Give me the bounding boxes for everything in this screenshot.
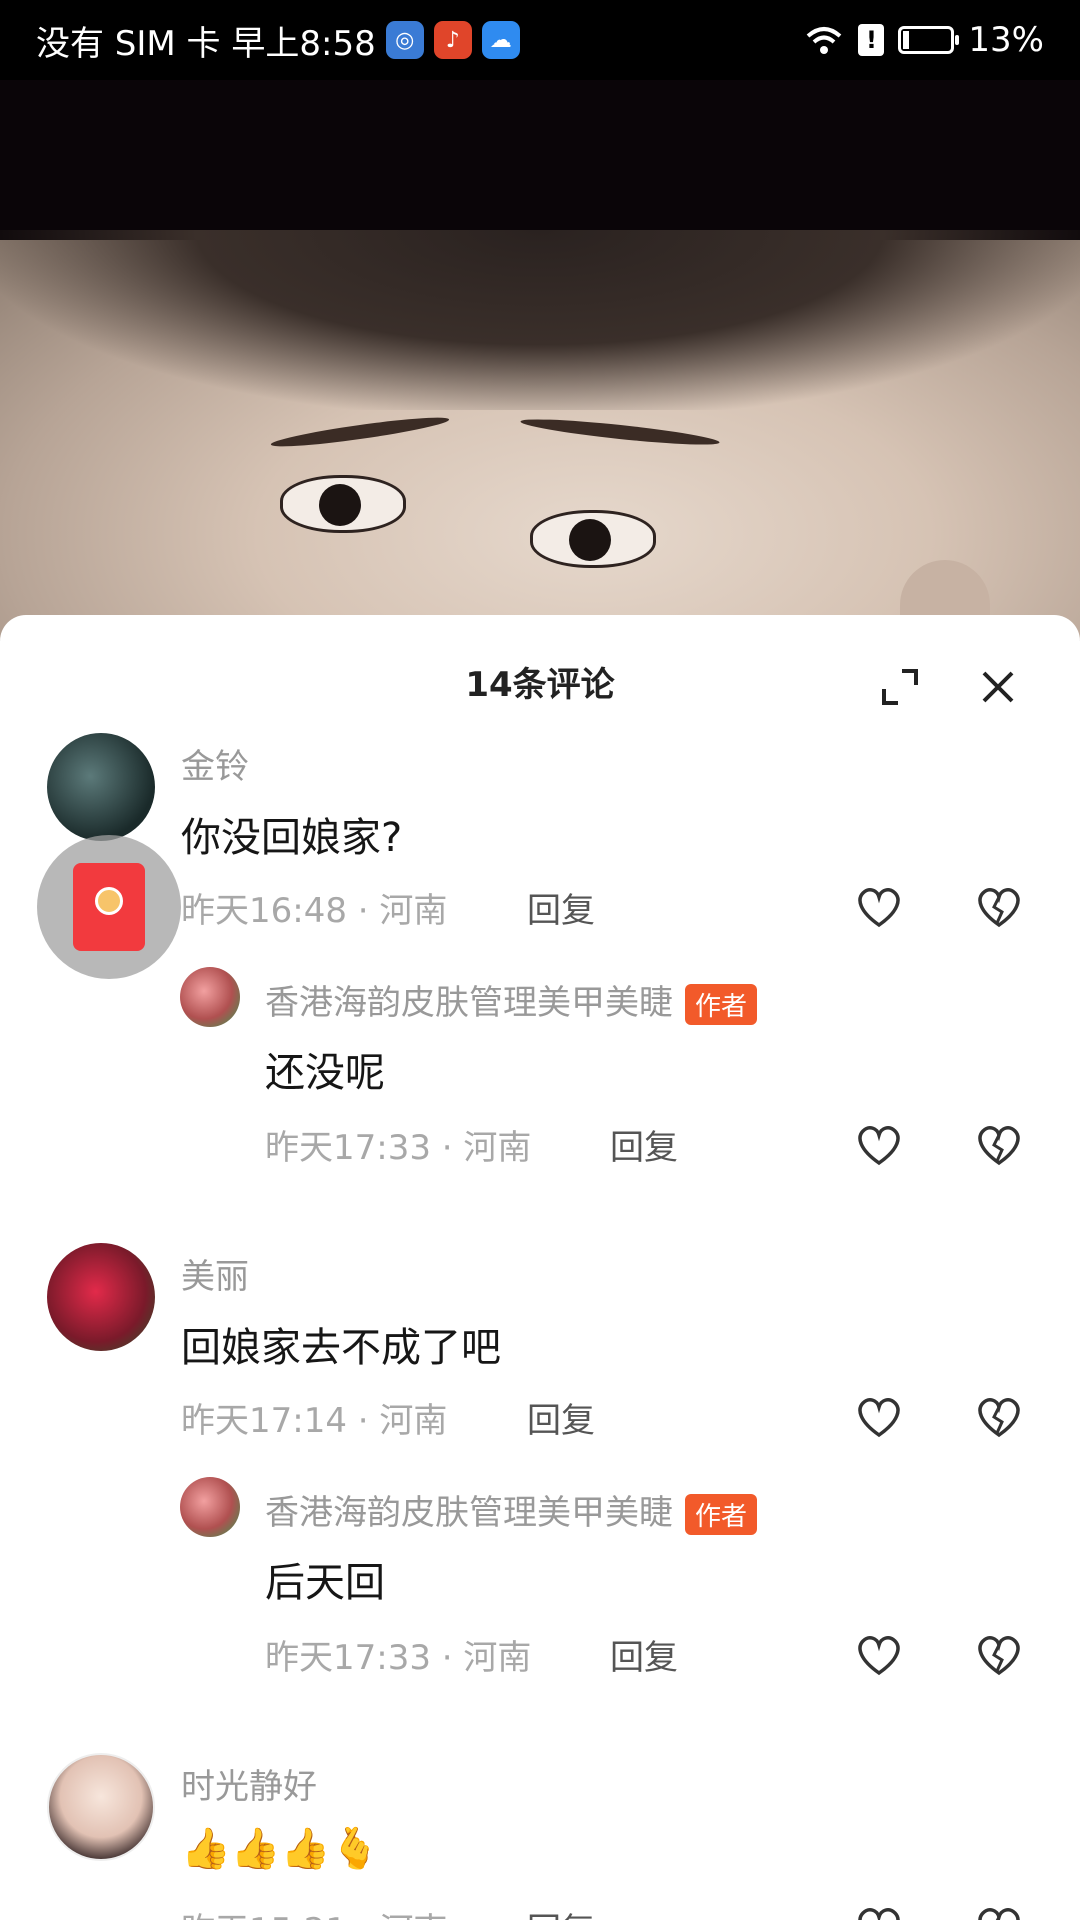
expand-icon[interactable] xyxy=(880,667,920,707)
author-badge: 作者 xyxy=(685,1494,758,1535)
like-icon[interactable] xyxy=(855,1123,903,1167)
reply-button[interactable]: 回复 xyxy=(527,1393,595,1442)
like-icon[interactable] xyxy=(855,1633,903,1677)
reply-username-text[interactable]: 香港海韵皮肤管理美甲美睫 xyxy=(265,983,673,1023)
weather-icon: ☁ xyxy=(481,21,520,59)
comment-text: 回娘家去不成了吧 xyxy=(181,1325,501,1371)
tiktok-icon: ♪ xyxy=(433,21,472,59)
comment-username[interactable]: 美丽 xyxy=(181,1249,249,1298)
reply-username[interactable]: 香港海韵皮肤管理美甲美睫 作者 xyxy=(265,975,758,1025)
dislike-icon[interactable] xyxy=(975,1905,1023,1920)
reply-button[interactable]: 回复 xyxy=(610,1120,678,1169)
dislike-icon[interactable] xyxy=(975,1633,1023,1677)
battery-charging-icon xyxy=(898,26,960,54)
dislike-icon[interactable] xyxy=(975,885,1023,929)
dislike-icon[interactable] xyxy=(975,1123,1023,1167)
right-eye xyxy=(530,510,656,568)
avatar[interactable] xyxy=(180,967,240,1027)
reply-button[interactable]: 回复 xyxy=(527,1903,595,1920)
avatar[interactable] xyxy=(180,1477,240,1537)
battery-percent: 13% xyxy=(968,20,1044,60)
reply-button[interactable]: 回复 xyxy=(610,1630,678,1679)
reply-username[interactable]: 香港海韵皮肤管理美甲美睫 作者 xyxy=(265,1485,758,1535)
red-packet-button[interactable] xyxy=(37,835,181,979)
like-icon[interactable] xyxy=(855,1905,903,1920)
browser-icon: ◎ xyxy=(385,21,424,59)
status-bar: 没有 SIM 卡 早上8:58 ◎ ♪ ☁ ! 13% xyxy=(0,0,1080,80)
comment-meta: 昨天16:48 · 河南 xyxy=(181,891,448,931)
reply-meta: 昨天17:33 · 河南 xyxy=(265,1128,532,1168)
comment-meta: 昨天15:21 · 河南 xyxy=(181,1903,447,1920)
comment-username[interactable]: 时光静好 xyxy=(181,1759,317,1808)
left-eye xyxy=(280,475,406,533)
video-player[interactable] xyxy=(0,80,1080,640)
like-icon[interactable] xyxy=(855,885,903,929)
reply-username-text[interactable]: 香港海韵皮肤管理美甲美睫 xyxy=(265,1493,673,1533)
alert-icon: ! xyxy=(858,24,885,56)
hair-shape xyxy=(0,230,1080,410)
reply-text: 后天回 xyxy=(265,1560,385,1606)
close-icon[interactable] xyxy=(978,667,1018,707)
reply-meta: 昨天17:33 · 河南 xyxy=(265,1638,532,1678)
avatar[interactable] xyxy=(47,1243,155,1351)
comment-meta: 昨天17:14 · 河南 xyxy=(181,1401,448,1441)
reply-text: 还没呢 xyxy=(265,1050,385,1096)
wifi-icon xyxy=(807,27,842,54)
like-icon[interactable] xyxy=(855,1395,903,1439)
comment-text: 你没回娘家? xyxy=(181,815,403,861)
carrier-time: 没有 SIM 卡 早上8:58 xyxy=(36,23,376,64)
reply-button[interactable]: 回复 xyxy=(527,883,595,932)
comment-sheet: 14条评论 金铃 你没回娘家? 昨天16:48 · 河南 回复 香港海韵皮肤管理… xyxy=(0,615,1080,1920)
avatar[interactable] xyxy=(47,733,155,841)
author-badge: 作者 xyxy=(685,984,758,1025)
avatar[interactable] xyxy=(47,1753,155,1861)
comment-username[interactable]: 金铃 xyxy=(181,739,249,788)
red-packet-icon xyxy=(73,863,145,951)
comment-text: 👍👍👍🫰 xyxy=(181,1826,381,1872)
dislike-icon[interactable] xyxy=(975,1395,1023,1439)
